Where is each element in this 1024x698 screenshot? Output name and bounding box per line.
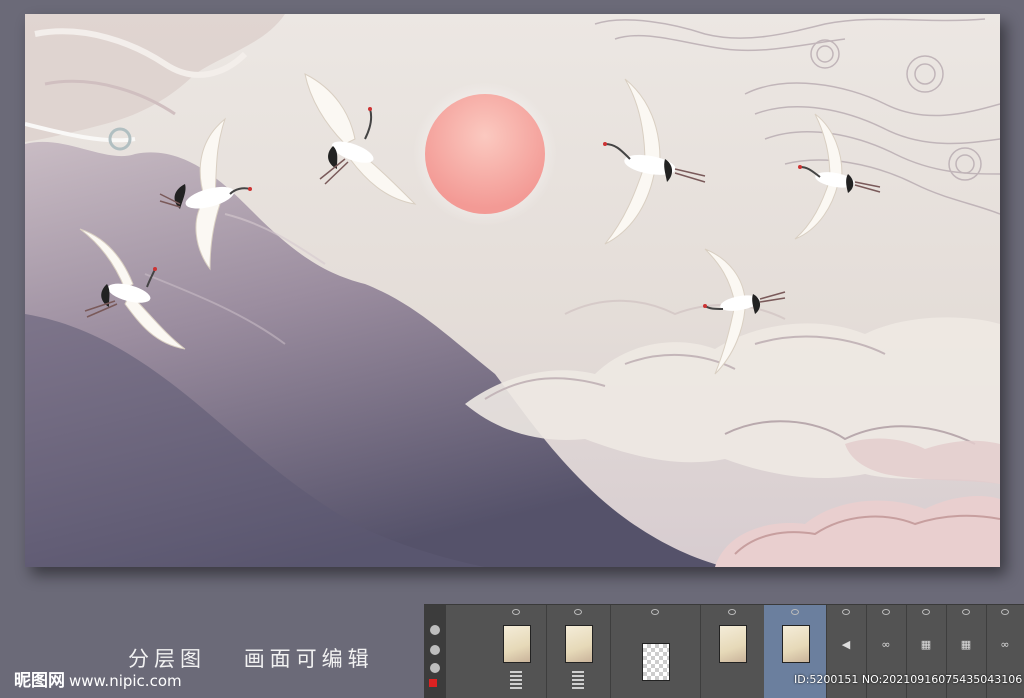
caption-editable: 画面可编辑 bbox=[243, 647, 374, 671]
layer-preview bbox=[565, 625, 593, 663]
layer-thumbnail-1[interactable] bbox=[486, 605, 547, 698]
visibility-eye-icon[interactable] bbox=[791, 609, 799, 615]
toolstrip-dot-icon bbox=[430, 645, 440, 655]
layer-preview bbox=[719, 625, 747, 663]
sun-icon bbox=[413, 82, 557, 226]
visibility-eye-icon[interactable] bbox=[1001, 609, 1009, 615]
watermark-brand: 昵图网 bbox=[14, 671, 65, 691]
layer-preview-transparent bbox=[642, 643, 670, 681]
layers-panel[interactable]: ◀ ∞ ▦ ▦ ∞ ID:5200151 NO:2021091607543504… bbox=[424, 604, 1024, 698]
visibility-eye-icon[interactable] bbox=[728, 609, 736, 615]
visibility-eye-icon[interactable] bbox=[842, 609, 850, 615]
layer-preview bbox=[503, 625, 531, 663]
layer-thumbnail-2[interactable] bbox=[546, 605, 611, 698]
layer-thumbnail-4[interactable] bbox=[700, 605, 765, 698]
nipic-watermark: 昵图网 www.nipic.com bbox=[14, 666, 182, 691]
image-id-watermark: ID:5200151 NO:20210916075435043106 bbox=[794, 673, 1023, 686]
toolstrip-dot-icon bbox=[430, 625, 440, 635]
visibility-eye-icon[interactable] bbox=[512, 609, 520, 615]
color-swatch-icon bbox=[429, 679, 437, 687]
visibility-eye-icon[interactable] bbox=[882, 609, 890, 615]
layer-thumbnail-3[interactable] bbox=[610, 605, 701, 698]
watermark-url: www.nipic.com bbox=[69, 672, 182, 690]
link-icon: ∞ bbox=[1000, 638, 1010, 651]
layer-label-mark bbox=[510, 671, 522, 689]
crane-mural-illustration bbox=[25, 14, 1000, 567]
visibility-eye-icon[interactable] bbox=[962, 609, 970, 615]
layer-label-mark bbox=[572, 671, 584, 689]
layers-toolstrip bbox=[424, 605, 446, 698]
visibility-eye-icon[interactable] bbox=[651, 609, 659, 615]
toolstrip-dot-icon bbox=[430, 663, 440, 673]
link-icon: ∞ bbox=[881, 638, 891, 651]
grid-icon: ▦ bbox=[960, 638, 972, 651]
visibility-eye-icon[interactable] bbox=[574, 609, 582, 615]
triangle-icon: ◀ bbox=[841, 638, 851, 651]
visibility-eye-icon[interactable] bbox=[922, 609, 930, 615]
layer-preview bbox=[782, 625, 810, 663]
grid-icon: ▦ bbox=[920, 638, 932, 651]
artwork-canvas bbox=[25, 14, 1000, 567]
